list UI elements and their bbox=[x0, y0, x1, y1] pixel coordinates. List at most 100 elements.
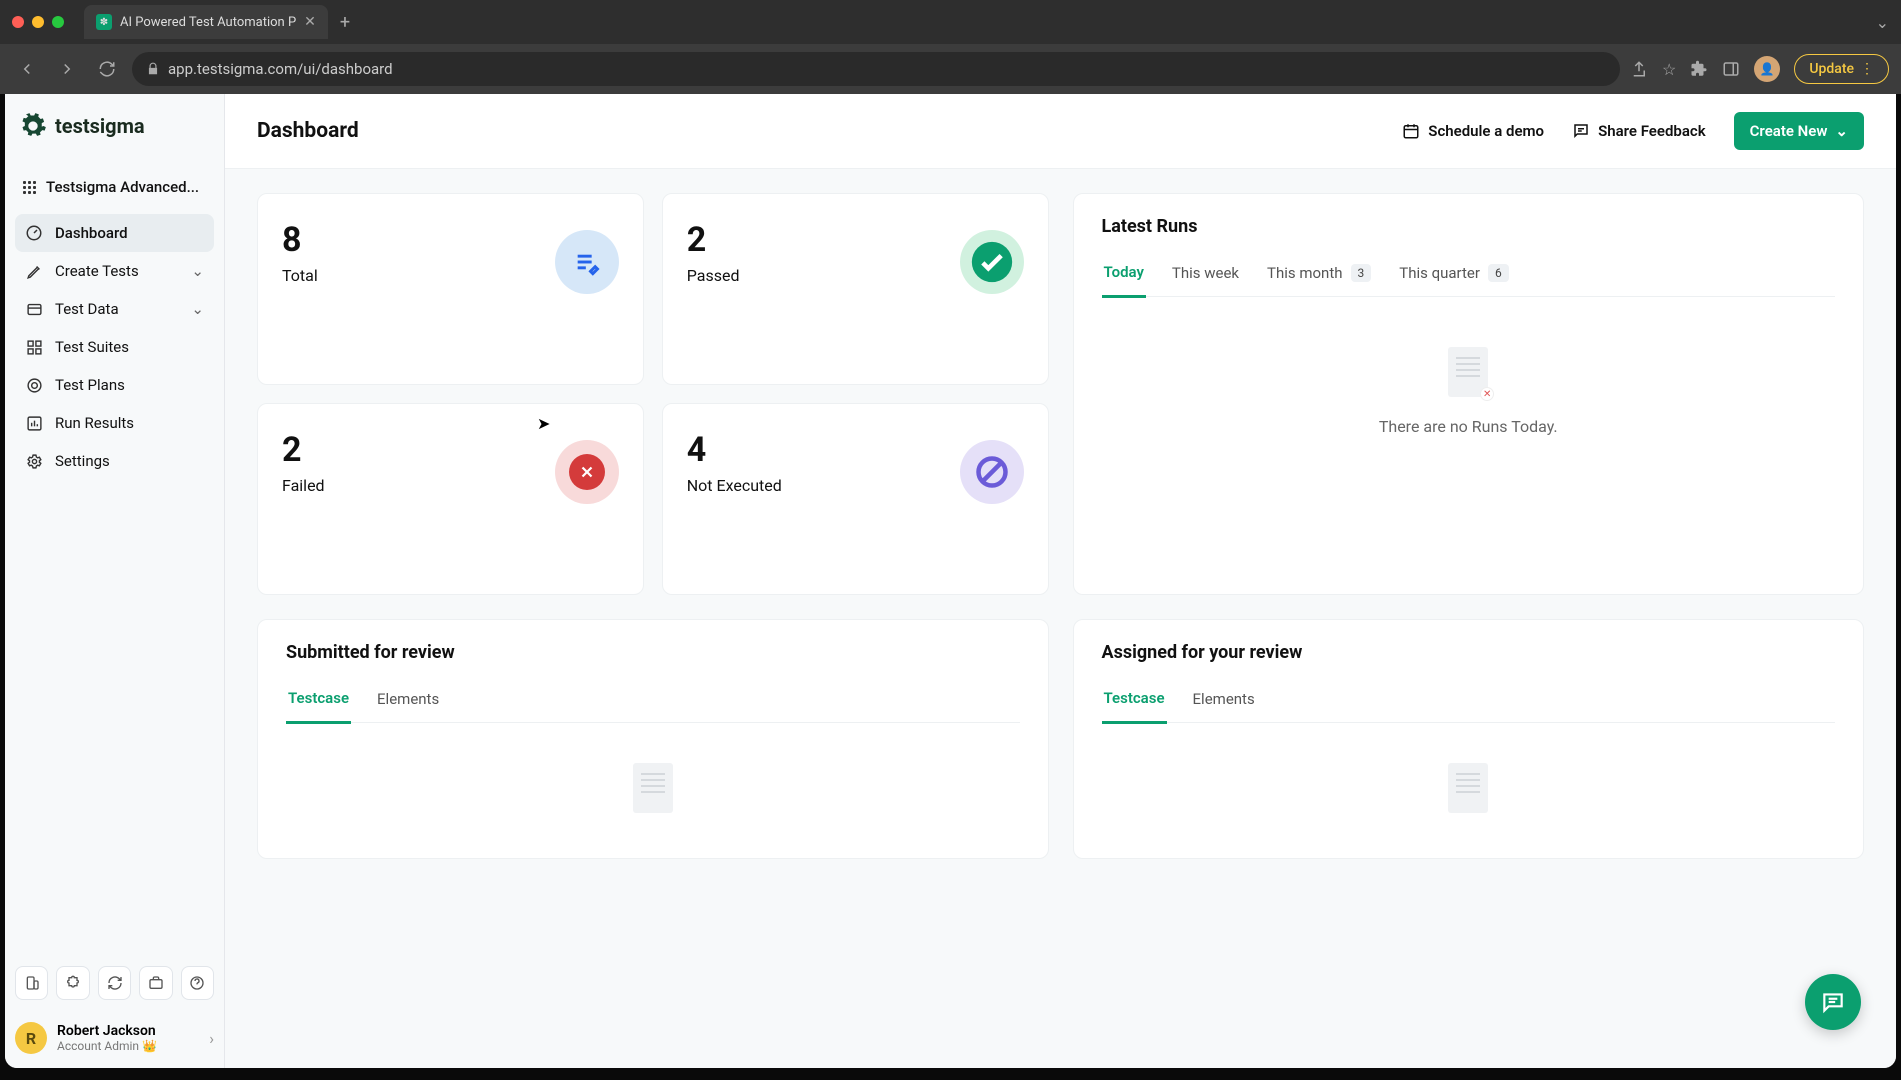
new-tab-button[interactable]: + bbox=[340, 12, 350, 33]
stat-label: Passed bbox=[687, 266, 740, 285]
chart-icon bbox=[25, 415, 43, 432]
tab-testcase[interactable]: Testcase bbox=[1102, 681, 1167, 724]
sidebar-item-create-tests[interactable]: Create Tests ⌄ bbox=[15, 252, 214, 290]
empty-state: ✕ There are no Runs Today. bbox=[1074, 297, 1864, 496]
forward-button[interactable] bbox=[52, 56, 82, 82]
main: Dashboard Schedule a demo Share Feedback… bbox=[225, 94, 1896, 1068]
share-feedback-button[interactable]: Share Feedback bbox=[1572, 122, 1706, 140]
chevron-right-icon: › bbox=[209, 1029, 214, 1048]
tab-this-month[interactable]: This month3 bbox=[1265, 255, 1373, 296]
empty-text: There are no Runs Today. bbox=[1379, 417, 1558, 436]
stat-total-card[interactable]: 8 Total bbox=[257, 193, 644, 385]
browser-tab[interactable]: ✽ AI Powered Test Automation P ✕ bbox=[84, 5, 328, 39]
tabs-menu-icon[interactable]: ⌄ bbox=[1876, 13, 1889, 32]
header-bar: Dashboard Schedule a demo Share Feedback… bbox=[225, 94, 1896, 169]
nav-right: ☆ 👤 Update⋮ bbox=[1630, 54, 1889, 84]
logo[interactable]: testsigma bbox=[5, 94, 224, 158]
stat-value: 8 bbox=[282, 220, 318, 260]
user-name: Robert Jackson bbox=[57, 1023, 199, 1039]
address-bar[interactable]: app.testsigma.com/ui/dashboard bbox=[132, 52, 1620, 86]
minimize-window-icon[interactable] bbox=[32, 16, 44, 28]
latest-runs-tabs: Today This week This month3 This quarter… bbox=[1102, 255, 1836, 297]
create-new-button[interactable]: Create New ⌄ bbox=[1734, 112, 1864, 150]
chevron-down-icon: ⌄ bbox=[1835, 122, 1848, 140]
count-badge: 3 bbox=[1351, 264, 1372, 282]
sidebar: testsigma Testsigma Advanced... Dashboar… bbox=[5, 94, 225, 1068]
tab-elements[interactable]: Elements bbox=[375, 681, 441, 722]
app-container: testsigma Testsigma Advanced... Dashboar… bbox=[5, 94, 1896, 1068]
plans-icon bbox=[25, 377, 43, 394]
empty-doc-icon: ✕ bbox=[1448, 347, 1488, 397]
user-meta: Robert Jackson Account Admin 👑 bbox=[57, 1023, 199, 1053]
more-icon: ⋮ bbox=[1860, 61, 1874, 77]
project-name: Testsigma Advanced... bbox=[46, 178, 199, 196]
empty-state bbox=[1102, 723, 1836, 833]
sidebar-item-run-results[interactable]: Run Results bbox=[15, 404, 214, 442]
count-badge: 6 bbox=[1488, 264, 1509, 282]
maximize-window-icon[interactable] bbox=[52, 16, 64, 28]
assigned-tabs: Testcase Elements bbox=[1102, 681, 1836, 723]
panel-title: Assigned for your review bbox=[1102, 642, 1836, 663]
sidebar-item-label: Create Tests bbox=[55, 262, 139, 280]
tab-this-week[interactable]: This week bbox=[1170, 255, 1241, 296]
briefcase-icon[interactable] bbox=[139, 966, 172, 1000]
sidebar-item-test-data[interactable]: Test Data ⌄ bbox=[15, 290, 214, 328]
close-window-icon[interactable] bbox=[12, 16, 24, 28]
update-button[interactable]: Update⋮ bbox=[1794, 54, 1889, 84]
star-icon[interactable]: ☆ bbox=[1662, 60, 1676, 79]
device-icon[interactable] bbox=[15, 966, 48, 1000]
stat-value: 4 bbox=[687, 430, 782, 470]
sidebar-item-label: Test Suites bbox=[55, 338, 129, 356]
x-circle-icon bbox=[555, 440, 619, 504]
data-icon bbox=[25, 301, 43, 318]
profile-avatar[interactable]: 👤 bbox=[1754, 56, 1780, 82]
sidebar-item-dashboard[interactable]: Dashboard bbox=[15, 214, 214, 252]
review-row: Submitted for review Testcase Elements A… bbox=[257, 619, 1864, 859]
share-icon[interactable] bbox=[1630, 60, 1648, 78]
tab-elements[interactable]: Elements bbox=[1191, 681, 1257, 722]
help-icon[interactable] bbox=[181, 966, 214, 1000]
tab-this-quarter[interactable]: This quarter6 bbox=[1397, 255, 1510, 296]
nav-list: Dashboard Create Tests ⌄ Test Data ⌄ Tes… bbox=[5, 210, 224, 956]
back-button[interactable] bbox=[12, 56, 42, 82]
puzzle-icon[interactable] bbox=[56, 966, 89, 1000]
user-avatar: R bbox=[15, 1022, 47, 1054]
reload-button[interactable] bbox=[92, 56, 122, 82]
sidebar-bottom-icons bbox=[5, 956, 224, 1010]
user-card[interactable]: R Robert Jackson Account Admin 👑 › bbox=[5, 1010, 224, 1068]
tab-today[interactable]: Today bbox=[1102, 255, 1146, 298]
refresh-icon[interactable] bbox=[98, 966, 131, 1000]
empty-doc-icon bbox=[1448, 763, 1488, 813]
stat-passed-card[interactable]: 2 Passed bbox=[662, 193, 1049, 385]
sidebar-item-test-suites[interactable]: Test Suites bbox=[15, 328, 214, 366]
chevron-down-icon: ⌄ bbox=[191, 300, 204, 318]
extensions-icon[interactable] bbox=[1690, 60, 1708, 78]
content: 8 Total 2 Passed bbox=[225, 169, 1896, 883]
favicon-icon: ✽ bbox=[96, 14, 112, 30]
tab-testcase[interactable]: Testcase bbox=[286, 681, 351, 724]
stat-notexecuted-card[interactable]: 4 Not Executed bbox=[662, 403, 1049, 595]
header-actions: Schedule a demo Share Feedback Create Ne… bbox=[1402, 112, 1864, 150]
sidebar-item-test-plans[interactable]: Test Plans bbox=[15, 366, 214, 404]
page-title: Dashboard bbox=[257, 119, 359, 143]
user-role: Account Admin 👑 bbox=[57, 1039, 199, 1053]
project-switcher[interactable]: Testsigma Advanced... bbox=[15, 168, 214, 206]
gear-icon bbox=[25, 453, 43, 470]
suites-icon bbox=[25, 339, 43, 356]
tab-bar: ✽ AI Powered Test Automation P ✕ + ⌄ bbox=[0, 0, 1901, 44]
sidepanel-icon[interactable] bbox=[1722, 60, 1740, 78]
stat-label: Failed bbox=[282, 476, 325, 495]
check-circle-icon bbox=[960, 230, 1024, 294]
sidebar-item-settings[interactable]: Settings bbox=[15, 442, 214, 480]
schedule-demo-button[interactable]: Schedule a demo bbox=[1402, 122, 1544, 140]
chat-fab[interactable] bbox=[1805, 974, 1861, 1030]
sidebar-item-label: Test Data bbox=[55, 300, 119, 318]
url-text: app.testsigma.com/ui/dashboard bbox=[168, 60, 393, 78]
close-tab-icon[interactable]: ✕ bbox=[304, 14, 316, 30]
stat-failed-card[interactable]: 2 Failed bbox=[257, 403, 644, 595]
empty-state bbox=[286, 723, 1020, 833]
gear-icon bbox=[19, 112, 47, 140]
sidebar-item-label: Test Plans bbox=[55, 376, 125, 394]
stat-value: 2 bbox=[282, 430, 325, 470]
feedback-icon bbox=[1572, 122, 1590, 140]
